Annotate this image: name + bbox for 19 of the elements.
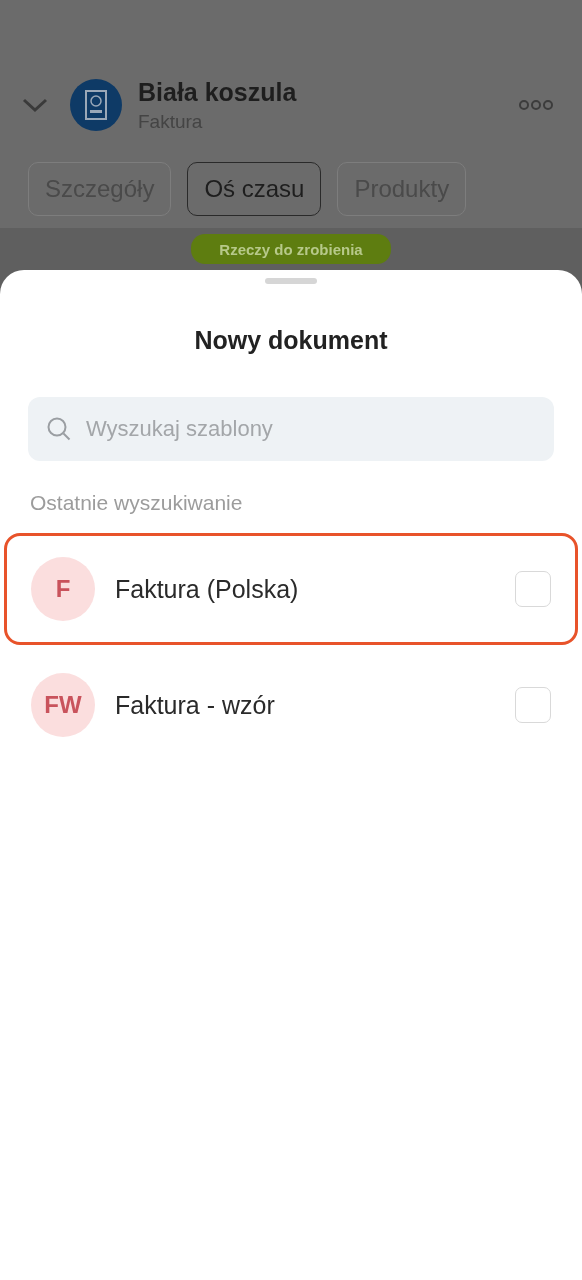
initials-avatar: F <box>31 557 95 621</box>
search-icon <box>46 416 72 442</box>
section-label: Ostatnie wyszukiwanie <box>30 491 244 515</box>
template-name: Faktura - wzór <box>115 690 276 720</box>
todo-button[interactable]: Rzeczy do zrobienia <box>191 234 391 264</box>
drag-handle[interactable] <box>265 278 317 284</box>
sheet-title: Nowy dokument <box>193 326 389 355</box>
record-title: Biała koszula <box>138 77 298 107</box>
search-field[interactable]: Wyszukaj szablony <box>84 415 536 443</box>
more-icon[interactable] <box>518 99 554 111</box>
tab[interactable]: Oś czasu <box>187 162 322 216</box>
search-bar[interactable]: Wyszukaj szablony <box>28 397 554 461</box>
checkbox[interactable] <box>515 571 551 607</box>
document-dollar-icon <box>70 79 122 131</box>
checkbox[interactable] <box>515 687 551 723</box>
template-name: Faktura (Polska) <box>115 574 300 604</box>
template-row[interactable]: FW Faktura - wzór <box>4 649 578 761</box>
template-row[interactable]: F Faktura (Polska) <box>4 533 578 645</box>
initials-avatar: FW <box>31 673 95 737</box>
